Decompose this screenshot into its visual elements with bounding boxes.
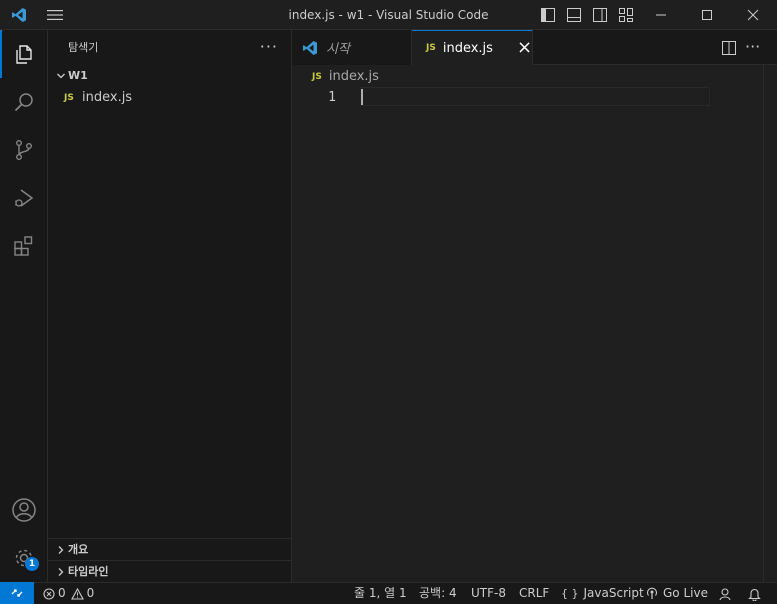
- status-bar: 0 0 줄 1, 열 1 공백: 4 UTF-8 CRLF { } JavaSc…: [0, 582, 777, 604]
- tab-index-js[interactable]: JS index.js ×: [412, 30, 533, 65]
- customize-layout-icon[interactable]: [617, 0, 635, 30]
- current-line-highlight[interactable]: [361, 87, 710, 106]
- broadcast-icon: [646, 587, 658, 599]
- remote-icon: [11, 589, 23, 597]
- run-debug-icon[interactable]: [0, 174, 48, 222]
- notifications-bell-icon[interactable]: [748, 583, 761, 604]
- chevron-down-icon: [54, 65, 68, 87]
- indentation[interactable]: 공백: 4: [419, 583, 457, 604]
- sidebar-header: 탐색기 ···: [48, 30, 292, 65]
- explorer-icon[interactable]: [0, 30, 48, 78]
- problems-indicator[interactable]: 0 0: [43, 583, 94, 604]
- source-control-icon[interactable]: [0, 126, 48, 174]
- more-actions-icon[interactable]: ···: [745, 30, 760, 63]
- remote-indicator[interactable]: [0, 582, 34, 604]
- explorer-sidebar: 탐색기 ··· W1 JS index.js 개요 타임라인: [48, 30, 292, 582]
- line-ending[interactable]: CRLF: [519, 583, 549, 604]
- tab-bar: 시작 JS index.js × ···: [292, 30, 777, 65]
- js-file-icon: JS: [312, 72, 322, 82]
- line-number: 1: [328, 90, 336, 105]
- tab-label: 시작: [326, 42, 350, 57]
- editor-area: 시작 JS index.js × ··· JS index.js 1: [292, 30, 777, 582]
- activity-bar: [0, 30, 48, 582]
- toggle-primary-sidebar-icon[interactable]: [539, 0, 557, 30]
- encoding[interactable]: UTF-8: [471, 583, 506, 604]
- chevron-right-icon: [54, 539, 68, 561]
- tab-label: index.js: [442, 40, 493, 56]
- tab-welcome[interactable]: 시작: [292, 30, 412, 65]
- warning-icon: [70, 587, 84, 600]
- language-label: JavaScript: [583, 586, 644, 600]
- manage-gear-icon[interactable]: [0, 534, 48, 582]
- split-editor-icon[interactable]: [720, 30, 738, 65]
- file-row-index-js[interactable]: JS index.js: [48, 87, 291, 109]
- notification-badge: 1: [25, 557, 39, 571]
- text-cursor: [361, 89, 363, 105]
- extensions-icon[interactable]: [0, 222, 48, 270]
- language-mode[interactable]: { } JavaScript: [561, 583, 644, 604]
- title-bar: index.js - w1 - Visual Studio Code: [0, 0, 777, 30]
- folder-name: W1: [68, 69, 88, 82]
- error-icon: [43, 587, 55, 600]
- folder-row[interactable]: W1: [48, 65, 291, 87]
- sidebar-title: 탐색기: [68, 41, 99, 54]
- more-actions-icon[interactable]: ···: [260, 30, 278, 63]
- maximize-icon[interactable]: [696, 0, 718, 30]
- chevron-right-icon: [54, 561, 68, 583]
- js-file-icon: JS: [64, 93, 74, 103]
- timeline-label: 타임라인: [68, 565, 109, 578]
- search-icon[interactable]: [0, 78, 48, 126]
- warning-count: 0: [86, 586, 95, 600]
- close-tab-icon[interactable]: ×: [517, 39, 532, 57]
- go-live-button[interactable]: Go Live: [646, 583, 708, 604]
- toggle-panel-icon[interactable]: [565, 0, 583, 30]
- close-window-icon[interactable]: [742, 0, 764, 30]
- cursor-position[interactable]: 줄 1, 열 1: [354, 583, 407, 604]
- feedback-icon[interactable]: [718, 583, 732, 604]
- account-icon[interactable]: [0, 486, 48, 534]
- go-live-label: Go Live: [663, 586, 708, 600]
- timeline-section[interactable]: 타임라인: [48, 560, 291, 582]
- error-count: 0: [58, 586, 66, 600]
- breadcrumb: JS index.js: [312, 66, 379, 88]
- outline-section[interactable]: 개요: [48, 538, 291, 560]
- vscode-logo-icon: [302, 40, 318, 56]
- breadcrumb-file[interactable]: index.js: [329, 66, 379, 88]
- minimize-icon[interactable]: [650, 0, 672, 30]
- outline-label: 개요: [68, 543, 89, 556]
- js-file-icon: JS: [426, 43, 436, 53]
- braces-icon: { }: [561, 587, 579, 600]
- vertical-scrollbar[interactable]: [763, 65, 777, 582]
- toggle-secondary-sidebar-icon[interactable]: [591, 0, 609, 30]
- file-name: index.js: [82, 90, 133, 105]
